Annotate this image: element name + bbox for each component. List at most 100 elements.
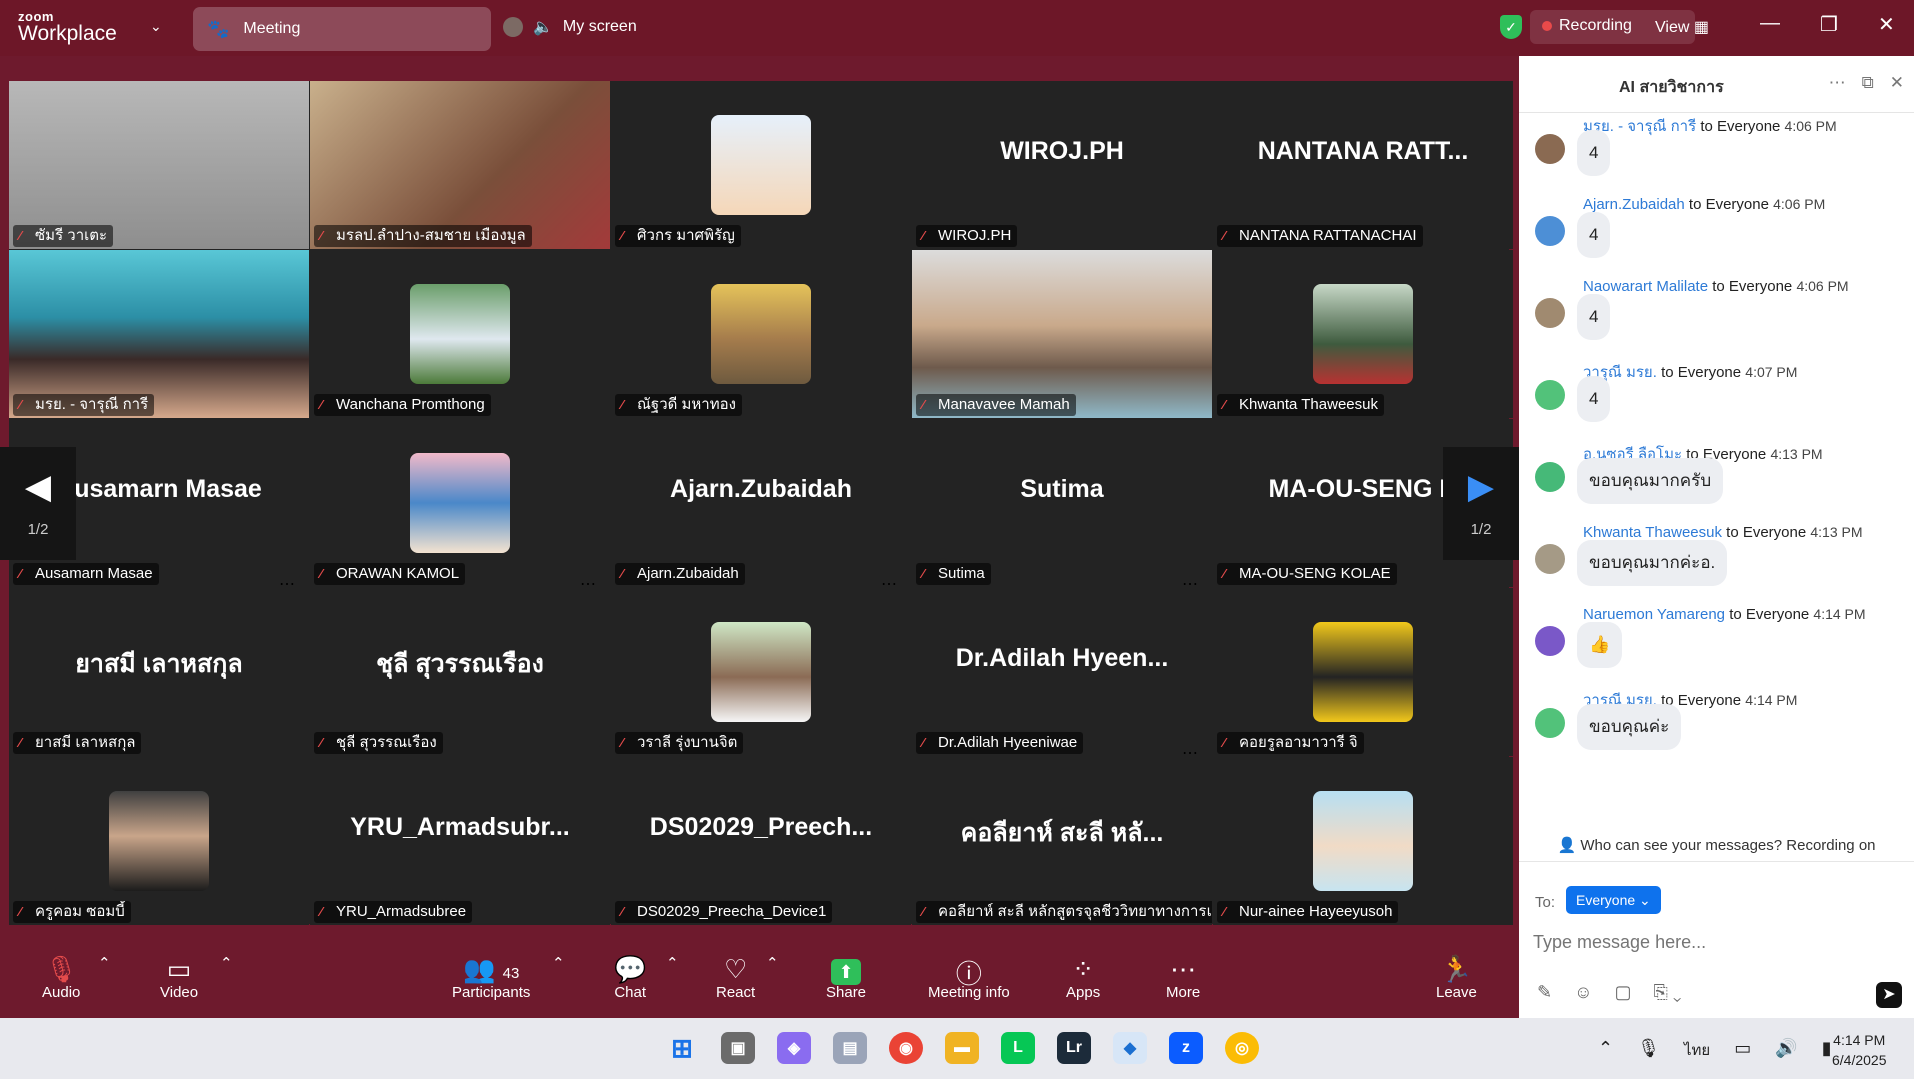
view-button[interactable]: View ▦ xyxy=(1655,17,1709,37)
recipient-dropdown[interactable]: Everyone ⌄ xyxy=(1566,886,1661,914)
react-button[interactable]: ♡ React xyxy=(716,954,755,1001)
send-button[interactable]: ➤ xyxy=(1876,982,1902,1008)
participant-tile[interactable]: DS02029_Preech... DS02029_Preecha_Device1… xyxy=(611,757,911,925)
participant-tile[interactable]: ศิวกร มาศพิรัญ ⁄ xyxy=(611,81,911,249)
language-indicator[interactable]: ไทย xyxy=(1684,1038,1710,1062)
more-button[interactable]: ⋯ More xyxy=(1166,954,1200,1001)
emoji-icon[interactable]: ☺ xyxy=(1574,982,1592,1003)
copilot-icon[interactable]: ◈ xyxy=(777,1032,811,1064)
zoom-logo[interactable]: zoom Workplace xyxy=(18,10,117,44)
tile-options-button[interactable]: ⋯ xyxy=(1182,574,1198,594)
tile-options-button[interactable]: ⋯ xyxy=(279,574,295,594)
screen-app-icon[interactable]: ▤ xyxy=(833,1032,867,1064)
volume-icon[interactable]: 🔊 xyxy=(1775,1038,1797,1062)
participant-name-label: ครูคอม ซอมบี้ xyxy=(13,901,131,923)
minimize-icon[interactable]: — xyxy=(1760,12,1780,37)
participant-name-label: ณัฐวดี มหาทอง xyxy=(615,394,742,416)
shield-icon[interactable]: ✓ xyxy=(1500,15,1522,39)
participant-tile[interactable]: Sutima Sutima ⁄ xyxy=(912,419,1212,587)
audio-button[interactable]: 🎙 Audio xyxy=(42,954,80,1001)
page-indicator: 1/2 xyxy=(1470,521,1492,538)
task-view-icon[interactable]: ▣ xyxy=(721,1032,755,1064)
participant-tile[interactable]: ครูคอม ซอมบี้ ⁄ xyxy=(9,757,309,925)
participant-tile[interactable]: YRU_Armadsubr... YRU_Armadsubree ⁄ xyxy=(310,757,610,925)
message-input[interactable] xyxy=(1531,926,1895,958)
leave-button[interactable]: 🏃 Leave xyxy=(1436,954,1477,1001)
sender-avatar xyxy=(1535,298,1565,328)
more-icon[interactable]: ⋯ xyxy=(1829,73,1846,93)
participant-tile[interactable]: ชุลี สุวรรณเรือง ชุลี สุวรรณเรือง ⁄ xyxy=(310,588,610,756)
participant-tile[interactable]: ซัมรี วาเตะ ⁄ xyxy=(9,81,309,249)
participant-tile[interactable]: Ajarn.Zubaidah Ajarn.Zubaidah ⁄ xyxy=(611,419,911,587)
recording-label: Recording xyxy=(1559,17,1632,34)
message-time: 4:14 PM xyxy=(1745,692,1798,708)
video-button[interactable]: ▭ Video xyxy=(160,954,198,1001)
participant-tile[interactable]: Khwanta Thaweesuk ⁄ xyxy=(1213,250,1513,418)
line-app-icon[interactable]: L xyxy=(1001,1032,1035,1064)
message-bubble: ขอบคุณค่ะ xyxy=(1577,704,1682,750)
mic-muted-icon: ⁄ xyxy=(1223,228,1226,243)
meeting-tab[interactable]: 🐾 Meeting xyxy=(193,7,491,51)
message-bubble: 4 xyxy=(1577,212,1611,258)
taskbar-clock[interactable]: 4:14 PM 6/4/2025 xyxy=(1832,1030,1887,1070)
folder-icon[interactable]: ▬ xyxy=(945,1032,979,1064)
participant-tile[interactable]: มรย. - จารุณี การี ⁄ xyxy=(9,250,309,418)
participants-options-caret[interactable]: ⌃ xyxy=(552,954,565,972)
tile-options-button[interactable]: ⋯ xyxy=(1182,743,1198,763)
person-icon: 👤 xyxy=(1557,837,1577,854)
chat-notice[interactable]: 👤 Who can see your messages? Recording o… xyxy=(1519,836,1914,854)
chat-message-list[interactable]: มรย. - จารุณี การี to Everyone 4:06 PM 4 A… xyxy=(1519,112,1914,892)
lightroom-icon[interactable]: Lr xyxy=(1057,1032,1091,1064)
participant-tile[interactable]: ณัฐวดี มหาทอง ⁄ xyxy=(611,250,911,418)
message-bubble: 4 xyxy=(1577,294,1611,340)
windows-start-icon[interactable]: ⊞ xyxy=(665,1032,699,1064)
participant-tile[interactable]: ORAWAN KAMOL ⁄ xyxy=(310,419,610,587)
file-icon[interactable]: ▢ xyxy=(1614,982,1631,1003)
close-icon[interactable]: ✕ xyxy=(1890,73,1904,93)
mic-muted-icon: ⁄ xyxy=(922,228,925,243)
participants-button[interactable]: 👥 43 Participants xyxy=(452,954,530,1001)
next-page-button[interactable]: ▶ 1/2 xyxy=(1443,447,1519,560)
popout-icon[interactable]: ⧉ xyxy=(1862,73,1874,93)
audio-options-caret[interactable]: ⌃ xyxy=(98,954,111,972)
participant-name-label: NANTANA RATTANACHAI xyxy=(1217,225,1423,247)
zoom-taskbar-icon[interactable]: z xyxy=(1169,1032,1203,1064)
participant-tile[interactable]: ยาสมี เลาหสกุล ยาสมี เลาหสกุล ⁄ xyxy=(9,588,309,756)
restore-icon[interactable]: ❐ xyxy=(1820,12,1838,37)
video-options-caret[interactable]: ⌃ xyxy=(220,954,233,972)
recording-indicator[interactable]: Recording xyxy=(1542,17,1632,35)
participant-avatar xyxy=(1313,284,1413,384)
participant-tile[interactable]: NANTANA RATT... NANTANA RATTANACHAI ⁄ xyxy=(1213,81,1513,249)
participant-display-name: คอลียาห์ สะลี หลั... xyxy=(960,819,1164,847)
chevron-down-icon[interactable]: ⌄ xyxy=(150,18,162,35)
participant-tile[interactable]: Dr.Adilah Hyeen... Dr.Adilah Hyeeniwae ⁄ xyxy=(912,588,1212,756)
react-options-caret[interactable]: ⌃ xyxy=(766,954,779,972)
chrome-icon[interactable]: ◉ xyxy=(889,1032,923,1064)
tile-options-button[interactable]: ⋯ xyxy=(881,574,897,594)
participant-tile[interactable]: Wanchana Promthong ⁄ xyxy=(310,250,610,418)
display-icon[interactable]: ▭ xyxy=(1734,1038,1751,1062)
participant-tile[interactable]: คอยรูลอามาวารี จิ ⁄ xyxy=(1213,588,1513,756)
share-button[interactable]: ⬆ Share xyxy=(826,954,866,1001)
my-screen-tab[interactable]: 🔈 My screen xyxy=(503,17,637,37)
previous-page-button[interactable]: ◀ 1/2 xyxy=(0,447,76,560)
participant-tile[interactable]: WIROJ.PH WIROJ.PH ⁄ xyxy=(912,81,1212,249)
vpn-app-icon[interactable]: ◆ xyxy=(1113,1032,1147,1064)
participant-tile[interactable]: Nur-ainee Hayeeyusoh ⁄ xyxy=(1213,757,1513,925)
chat-button[interactable]: 💬 Chat xyxy=(614,954,646,1001)
microphone-icon[interactable]: 🎙 xyxy=(1637,1038,1660,1062)
chevron-up-icon[interactable]: ⌃ xyxy=(1598,1038,1613,1062)
participant-tile[interactable]: คอลียาห์ สะลี หลั... คอลียาห์ สะลี หลักสู… xyxy=(912,757,1212,925)
participant-tile[interactable]: Manavavee Mamah ⁄ xyxy=(912,250,1212,418)
close-icon[interactable]: ✕ xyxy=(1878,12,1895,37)
tile-options-button[interactable]: ⋯ xyxy=(580,574,596,594)
format-icon[interactable]: ✎ xyxy=(1537,982,1552,1003)
screenshot-icon[interactable]: ⎘ ⌄ xyxy=(1654,982,1682,1003)
battery-icon[interactable]: ▮ xyxy=(1822,1038,1832,1062)
participant-tile[interactable]: วราลี รุ่งบานจิต ⁄ xyxy=(611,588,911,756)
meeting-info-button[interactable]: ⓘ Meeting info xyxy=(928,954,1010,1001)
chrome-profile-icon[interactable]: ◎ xyxy=(1225,1032,1259,1064)
apps-button[interactable]: ⁘ Apps xyxy=(1066,954,1100,1001)
participant-tile[interactable]: มรลป.ลำปาง-สมชาย เมืองมูล ⁄ xyxy=(310,81,610,249)
chat-options-caret[interactable]: ⌃ xyxy=(666,954,679,972)
